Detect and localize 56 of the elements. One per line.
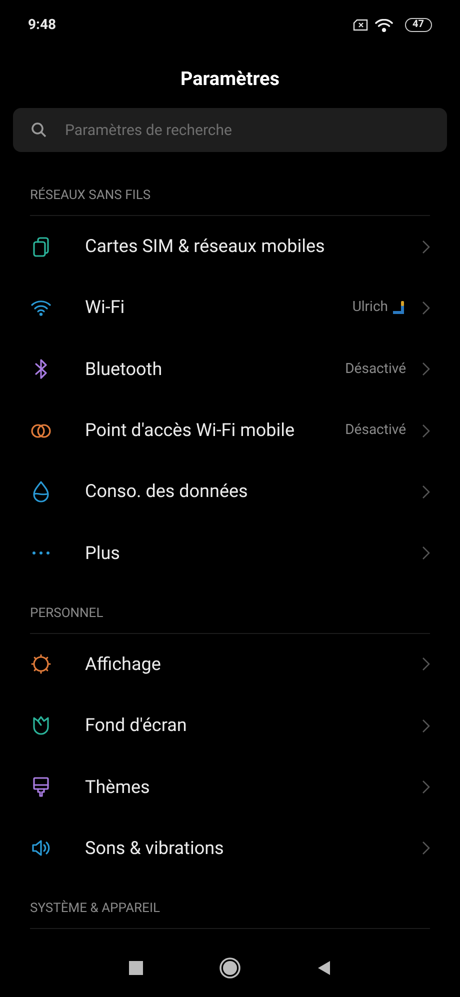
status-time: 9:48 [28, 16, 56, 34]
settings-item[interactable]: Sons & vibrations [30, 818, 430, 879]
item-value: Désactivé [345, 421, 406, 440]
sun-icon [31, 654, 51, 674]
battery-level: 47 [404, 18, 432, 32]
item-label: Affichage [85, 652, 162, 677]
item-label: Plus [85, 542, 121, 566]
page-title: Paramètres [180, 66, 280, 92]
chevron-right-icon [422, 718, 430, 733]
water-drop-icon [32, 480, 50, 503]
item-label: Thèmes [85, 776, 151, 800]
speaker-icon [31, 839, 51, 858]
no-sim-icon [352, 19, 368, 31]
item-value: Ulrich [352, 298, 388, 318]
search-icon [31, 122, 47, 138]
settings-item[interactable]: Plus [30, 522, 430, 584]
wifi-signal-icon [374, 18, 393, 32]
item-label: Cartes SIM & réseaux mobiles [85, 235, 326, 260]
section-header: PERSONNEL [30, 604, 104, 623]
chevron-right-icon [422, 300, 430, 315]
chevron-right-icon [422, 362, 430, 376]
item-label: Point d'accès Wi-Fi mobile [85, 419, 296, 444]
search-input[interactable]: Paramètres de recherche [65, 118, 429, 142]
item-label: Conso. des données [85, 480, 249, 504]
settings-item[interactable]: Affichage [30, 634, 430, 696]
settings-item[interactable]: Conso. des données [30, 461, 430, 522]
chevron-right-icon [422, 484, 430, 499]
tulip-icon [32, 716, 50, 736]
settings-item[interactable]: Fond d'écran [30, 695, 430, 756]
back-button[interactable] [317, 960, 331, 976]
chevron-right-icon [422, 424, 430, 438]
home-button[interactable] [219, 957, 241, 979]
item-label: Wi-Fi [85, 296, 126, 320]
settings-item[interactable]: Bluetooth Désactivé [30, 338, 430, 400]
paint-brush-icon [32, 777, 50, 798]
sim-cards-icon [32, 236, 50, 257]
item-label: Sons & vibrations [85, 836, 225, 861]
search-bar[interactable]: Paramètres de recherche [13, 108, 447, 152]
chevron-right-icon [422, 841, 430, 856]
chevron-right-icon [422, 240, 430, 254]
settings-item[interactable]: Point d'accès Wi-Fi mobile Désactivé [30, 400, 430, 462]
more-dots-icon [32, 551, 50, 556]
settings-item[interactable]: Wi-Fi Ulrich [30, 277, 430, 339]
wifi-icon [31, 300, 51, 316]
section-header: RÉSEAUX SANS FILS [30, 186, 151, 205]
linked-rings-icon [30, 422, 52, 439]
bluetooth-icon [33, 359, 49, 380]
item-label: Fond d'écran [85, 714, 188, 738]
settings-item[interactable]: Thèmes [30, 756, 430, 818]
chevron-right-icon [422, 657, 430, 672]
chevron-right-icon [422, 546, 430, 560]
chevron-right-icon [422, 780, 430, 794]
settings-item[interactable]: Cartes SIM & réseaux mobiles [30, 216, 430, 278]
item-value: Désactivé [345, 360, 406, 379]
item-label: Bluetooth [85, 358, 164, 382]
section-header: SYSTÈME & APPAREIL [30, 899, 160, 918]
